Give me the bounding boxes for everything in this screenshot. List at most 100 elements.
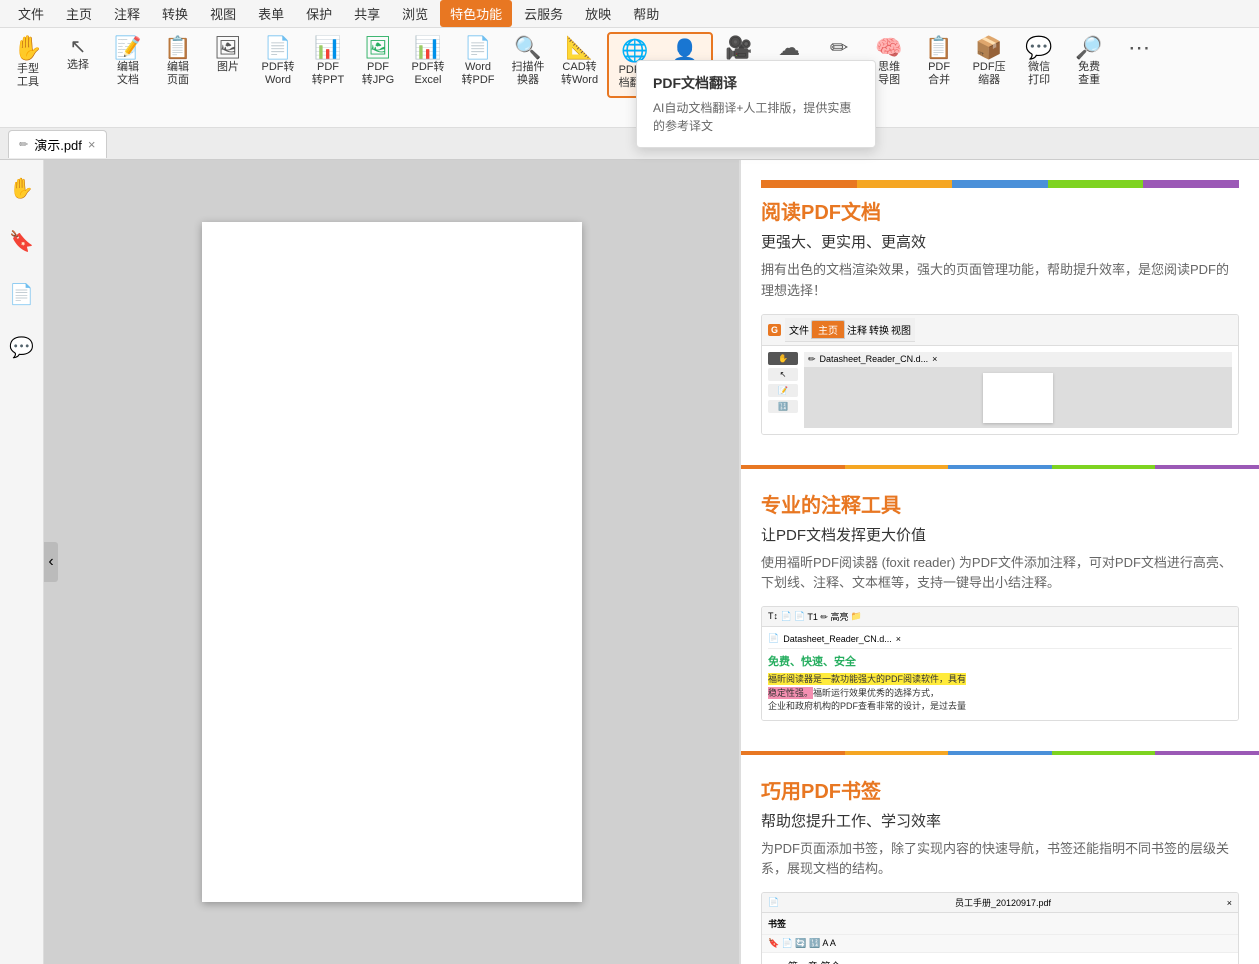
pdf-tab[interactable]: ✏ 演示.pdf × bbox=[8, 130, 107, 158]
merge-icon: 📋 bbox=[925, 37, 952, 59]
menu-features[interactable]: 特色功能 bbox=[440, 0, 512, 27]
div2-orange bbox=[741, 751, 845, 755]
bookmark-toolbar: 🔖 📄 🔄 🔢 A A bbox=[762, 935, 1238, 953]
annotate-toolbar-icons2: T1 ✏ 高亮 bbox=[807, 610, 848, 623]
select-icon: ↖ bbox=[70, 37, 87, 57]
annotate-body-text: 福昕阅读器是一款功能强大的PDF阅读软件，具有 稳定性强。福昕运行效果优秀的选择… bbox=[768, 673, 1232, 714]
read-preview-content: ✋ ↖ 📝 🔢 ✏ Datasheet_Reader_CN.d... × bbox=[762, 346, 1238, 434]
pdf-translate-icon: 🌐 bbox=[621, 40, 648, 62]
mini-pdf-page bbox=[983, 373, 1053, 423]
pdf-to-jpg-button[interactable]: 🖼 PDF转JPG bbox=[354, 32, 402, 92]
pdf-to-ppt-label: PDF转PPT bbox=[312, 61, 344, 87]
edit-page-label: 编辑页面 bbox=[167, 61, 189, 87]
collapse-arrow-button[interactable]: ‹ bbox=[44, 542, 58, 582]
div2-blue bbox=[948, 751, 1052, 755]
bookmark-item-1: 第一章 简介 bbox=[768, 959, 1232, 964]
wechat-icon: 💬 bbox=[1025, 37, 1052, 59]
pdf-view-area: ‹ bbox=[44, 160, 739, 964]
divider-1 bbox=[741, 465, 1259, 469]
read-preview-header: G 文件 主页 注释 转换 视图 bbox=[762, 315, 1238, 346]
cad-icon: 📐 bbox=[566, 37, 593, 59]
read-subtitle: 更强大、更实用、更高效 bbox=[761, 231, 1239, 252]
bookmark-tree: 第一章 简介 第二章 入职管理 第三章 运用解释管理 第四章 工作时间和动态制度… bbox=[768, 959, 1232, 964]
wechat-label: 微信打印 bbox=[1028, 61, 1050, 87]
word-to-pdf-label: Word转PDF bbox=[462, 61, 495, 87]
menu-protect[interactable]: 保护 bbox=[296, 0, 342, 27]
div2-purple bbox=[1155, 751, 1259, 755]
scan-icon: 🔍 bbox=[514, 37, 541, 59]
bookmark-preview-content: 第一章 简介 第二章 入职管理 第三章 运用解释管理 第四章 工作时间和动态制度… bbox=[762, 953, 1238, 964]
bookmark-close: × bbox=[1227, 898, 1232, 908]
menu-view[interactable]: 视图 bbox=[200, 0, 246, 27]
menu-convert[interactable]: 转换 bbox=[152, 0, 198, 27]
scroll-right-button[interactable]: ⋯ bbox=[1115, 32, 1163, 66]
color-bars-top bbox=[761, 180, 1239, 188]
annotate-preview: T↕ 📄 📄 T1 ✏ 高亮 📁 📄 Datasheet_Reader_CN.d… bbox=[761, 606, 1239, 721]
left-sidebar: ✋ 🔖 📄 💬 bbox=[0, 160, 44, 964]
menu-file[interactable]: 文件 bbox=[8, 0, 54, 27]
pdf-to-ppt-button[interactable]: 📊 PDF转PPT bbox=[304, 32, 352, 92]
feature-bookmark-section: 巧用PDF书签 帮助您提升工作、学习效率 为PDF页面添加书签，除了实现内容的快… bbox=[761, 775, 1239, 964]
edit-page-button[interactable]: 📋 编辑页面 bbox=[154, 32, 202, 92]
preview-tab-icon: ✏ bbox=[808, 354, 816, 365]
pdf-to-excel-button[interactable]: 📊 PDF转Excel bbox=[404, 32, 452, 92]
hand-icon: ✋ bbox=[13, 37, 43, 61]
menu-cloud[interactable]: 云服务 bbox=[514, 0, 573, 27]
hand-tool-button[interactable]: ✋ 手型工具 bbox=[4, 32, 52, 94]
image-label: 图片 bbox=[217, 61, 239, 74]
read-title: 阅读PDF文档 bbox=[761, 196, 1239, 225]
menu-help[interactable]: 帮助 bbox=[623, 0, 669, 27]
select-tool-button[interactable]: ↖ 选择 bbox=[54, 32, 102, 77]
sidebar-bookmark-icon[interactable]: 🔖 bbox=[3, 223, 40, 260]
annotate-preview-content: 📄 Datasheet_Reader_CN.d... × 免费、快速、安全 福昕… bbox=[762, 627, 1238, 720]
pdf-translate-tooltip: PDF文档翻译 AI自动文档翻译+人工排版，提供实惠的参考译文 bbox=[636, 60, 876, 148]
color-bar-green bbox=[1048, 180, 1144, 188]
div1-orange bbox=[741, 465, 845, 469]
pdf-compress-button[interactable]: 📦 PDF压缩器 bbox=[965, 32, 1013, 92]
read-preview: G 文件 主页 注释 转换 视图 ✋ ↖ 📝 bbox=[761, 314, 1239, 435]
div1-purple bbox=[1155, 465, 1259, 469]
bookmark-preview: 📄 员工手册_20120917.pdf × 书签 🔖 📄 🔄 🔢 A A 第一章… bbox=[761, 892, 1239, 964]
menu-present[interactable]: 放映 bbox=[575, 0, 621, 27]
free-check-label: 免费查重 bbox=[1078, 61, 1100, 87]
menu-form[interactable]: 表单 bbox=[248, 0, 294, 27]
cad-to-word-button[interactable]: 📐 CAD转转Word bbox=[554, 32, 605, 92]
tab-close-icon[interactable]: × bbox=[88, 137, 96, 152]
divider-2 bbox=[741, 751, 1259, 755]
scan-replace-button[interactable]: 🔍 扫描件换器 bbox=[504, 32, 552, 92]
preview-tab-close: × bbox=[932, 354, 937, 364]
compress-icon: 📦 bbox=[975, 37, 1002, 59]
tooltip-title: PDF文档翻译 bbox=[653, 73, 859, 93]
div1-green bbox=[1052, 465, 1156, 469]
color-bar-yellow bbox=[857, 180, 953, 188]
bookmark-subtitle: 帮助您提升工作、学习效率 bbox=[761, 810, 1239, 831]
annotate-description: 使用福昕PDF阅读器 (foxit reader) 为PDF文件添加注释，可对P… bbox=[761, 553, 1239, 595]
free-check-button[interactable]: 🔎 免费查重 bbox=[1065, 32, 1113, 92]
pdf-to-word-button[interactable]: 📄 PDF转Word bbox=[254, 32, 302, 92]
menu-home[interactable]: 主页 bbox=[56, 0, 102, 27]
annotate-subtitle: 让PDF文档发挥更大价值 bbox=[761, 524, 1239, 545]
annotate-close: × bbox=[896, 634, 901, 644]
pdf-to-jpg-label: PDF转JPG bbox=[362, 61, 394, 87]
wechat-print-button[interactable]: 💬 微信打印 bbox=[1015, 32, 1063, 92]
menu-annotate[interactable]: 注释 bbox=[104, 0, 150, 27]
sidebar-comment-icon[interactable]: 💬 bbox=[3, 329, 40, 366]
pdf-merge-button[interactable]: 📋 PDF合并 bbox=[915, 32, 963, 92]
cloud-icon: ☁ bbox=[778, 37, 800, 59]
edit-doc-button[interactable]: 📝 编辑文档 bbox=[104, 32, 152, 92]
bookmark-tool-icons: 🔖 📄 🔄 🔢 A A bbox=[768, 938, 836, 949]
bookmark-title: 巧用PDF书签 bbox=[761, 775, 1239, 804]
menu-share[interactable]: 共享 bbox=[344, 0, 390, 27]
bookmark-description: 为PDF页面添加书签，除了实现内容的快速导航，书签还能指明不同书签的层级关系，展… bbox=[761, 839, 1239, 881]
annotate-title: 专业的注释工具 bbox=[761, 489, 1239, 518]
mini-menu-annotate: 注释 bbox=[847, 322, 867, 337]
sidebar-page-icon[interactable]: 📄 bbox=[3, 276, 40, 313]
annotate-preview-header: T↕ 📄 📄 T1 ✏ 高亮 📁 bbox=[762, 607, 1238, 627]
scan-label: 扫描件换器 bbox=[512, 61, 545, 87]
sidebar-hand-icon[interactable]: ✋ bbox=[3, 170, 40, 207]
word-to-pdf-icon: 📄 bbox=[464, 37, 491, 59]
menu-browser[interactable]: 浏览 bbox=[392, 0, 438, 27]
image-button[interactable]: 🖼 图片 bbox=[204, 32, 252, 79]
word-to-pdf-button[interactable]: 📄 Word转PDF bbox=[454, 32, 502, 92]
scroll-icon: ⋯ bbox=[1128, 37, 1150, 59]
